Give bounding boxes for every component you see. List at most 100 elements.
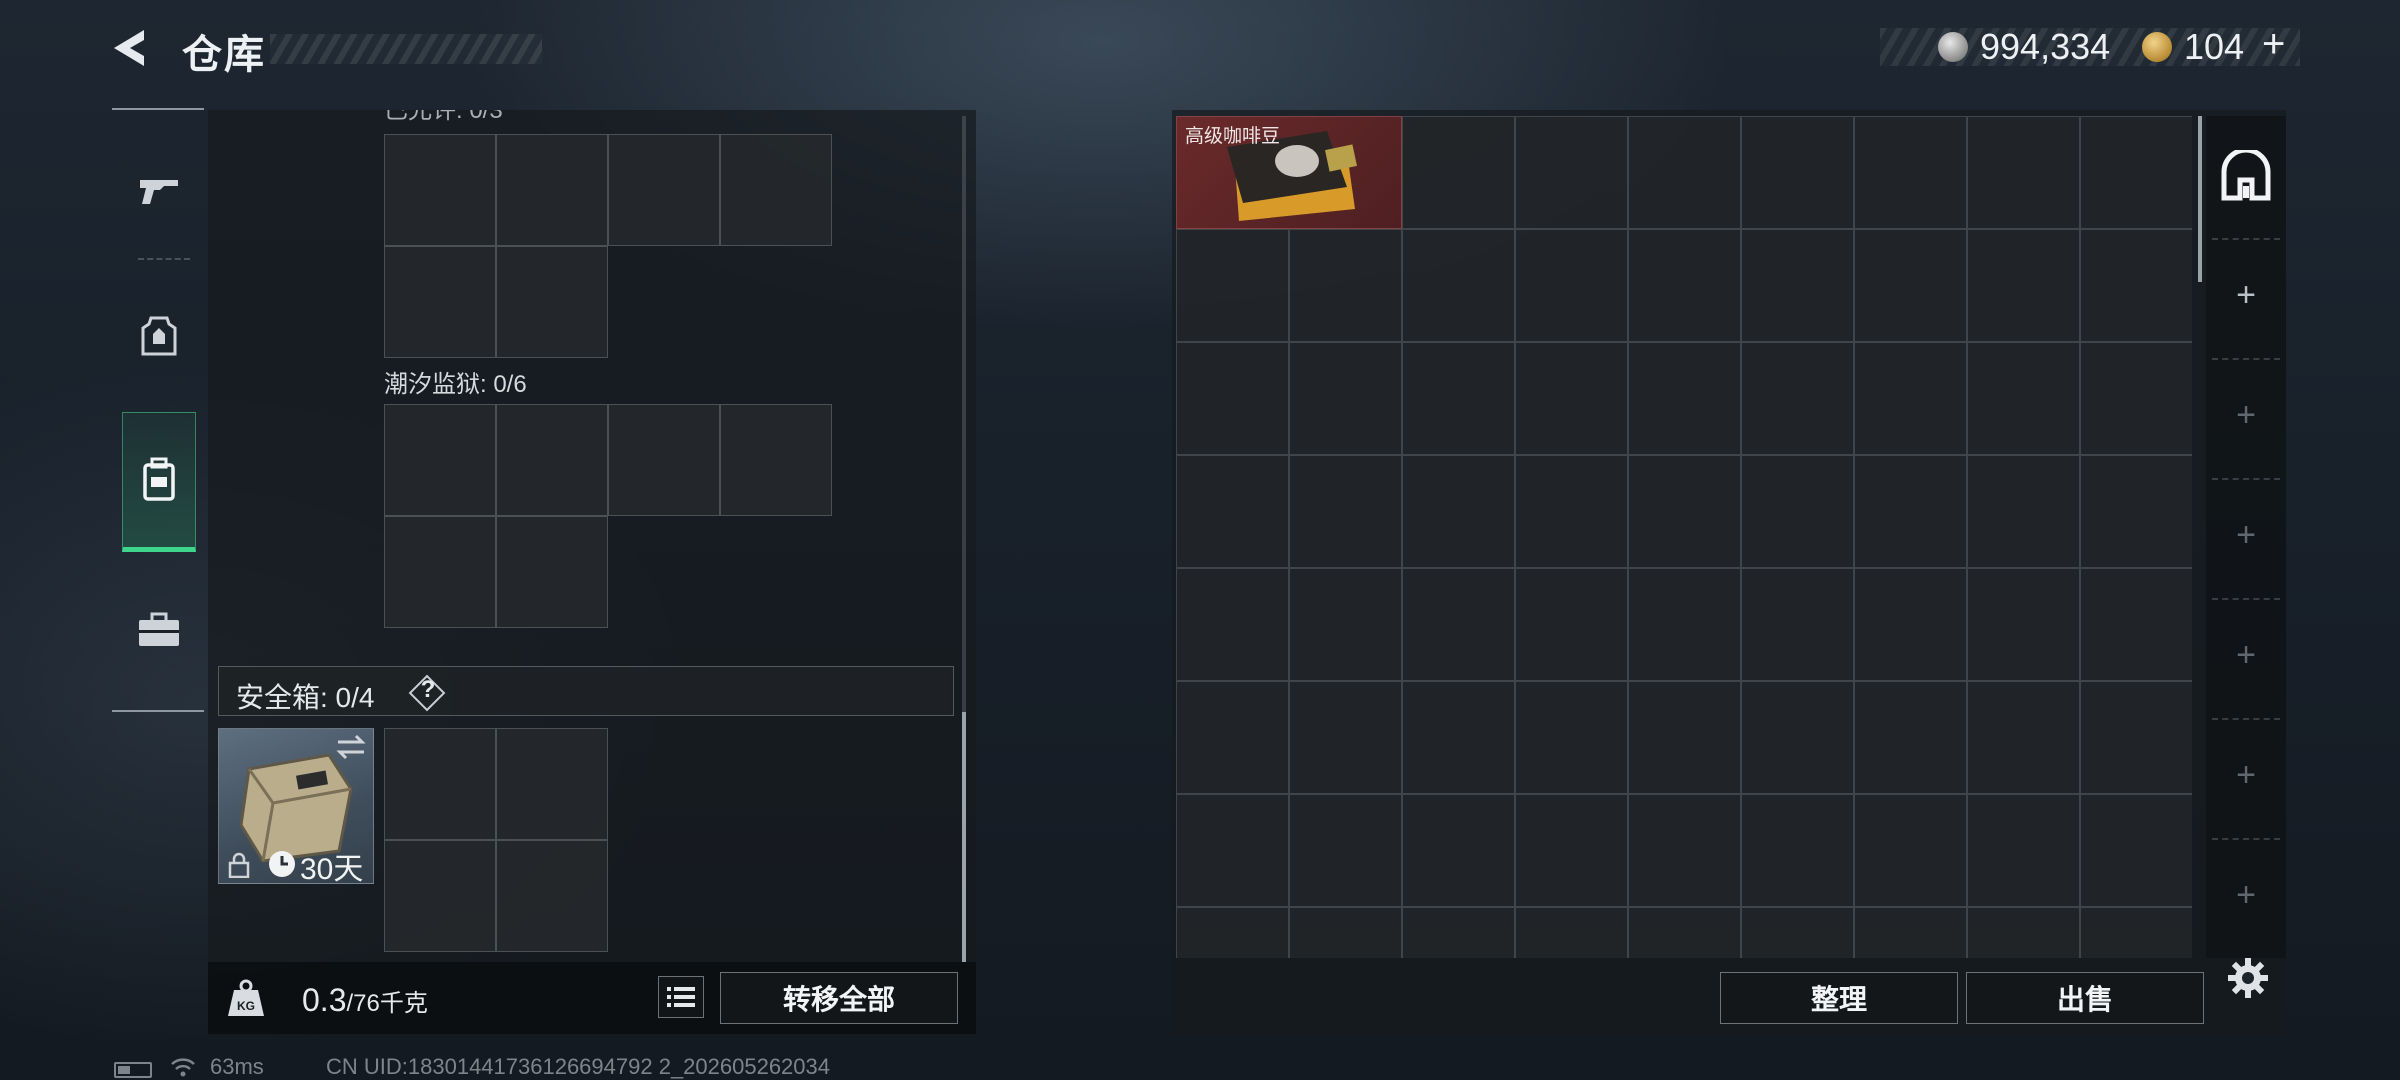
add-page-button[interactable]: + [2226,636,2266,675]
add-page-button[interactable]: + [2226,396,2266,435]
stash-cell[interactable] [2080,681,2192,794]
stash-cell[interactable] [1854,116,1967,229]
safebox-slot[interactable] [496,728,608,840]
stash-cell[interactable] [1402,229,1515,342]
stash-cell[interactable] [1402,342,1515,455]
stash-cell[interactable] [1402,568,1515,681]
nav-item-backpack[interactable] [122,412,196,552]
slot-cell[interactable] [496,404,608,516]
stash-cell[interactable] [1854,794,1967,907]
slot-cell[interactable] [608,404,720,516]
stash-cell[interactable] [1515,455,1628,568]
safebox-slot[interactable] [384,728,496,840]
stash-cell[interactable] [1628,681,1741,794]
safebox-slot[interactable] [496,840,608,952]
stash-cell[interactable] [1289,229,1402,342]
stash-cell[interactable] [1515,681,1628,794]
stash-cell[interactable] [1854,907,1967,958]
stash-cell[interactable] [2080,229,2192,342]
stash-cell[interactable] [1289,342,1402,455]
stash-cell[interactable] [1741,794,1854,907]
stash-cell[interactable] [1628,229,1741,342]
stash-cell[interactable] [1967,229,2080,342]
stash-cell[interactable] [1967,794,2080,907]
stash-cell[interactable] [2080,455,2192,568]
slot-cell[interactable] [496,246,608,358]
stash-cell[interactable] [1741,681,1854,794]
stash-cell[interactable] [1515,907,1628,958]
stash-cell[interactable] [1854,568,1967,681]
coffee-beans-item[interactable]: 高级咖啡豆 [1176,116,1402,229]
safebox-slot[interactable] [384,840,496,952]
slot-cell[interactable] [384,246,496,358]
stash-cell[interactable] [1741,907,1854,958]
stash-cell[interactable] [1402,455,1515,568]
add-page-button[interactable]: + [2226,756,2266,795]
stash-cell[interactable] [1402,907,1515,958]
slot-cell[interactable] [496,134,608,246]
stash-cell[interactable] [1628,907,1741,958]
gear-icon[interactable] [2226,956,2270,1000]
stash-cell[interactable] [1515,229,1628,342]
add-page-button[interactable]: + [2226,876,2266,915]
stash-cell[interactable] [2080,342,2192,455]
stash-cell[interactable] [1967,116,2080,229]
stash-cell[interactable] [1741,229,1854,342]
stash-cell[interactable] [1628,342,1741,455]
add-page-button[interactable]: + [2226,516,2266,555]
stash-cell[interactable] [1515,568,1628,681]
sort-button[interactable]: 整理 [1720,972,1958,1024]
slot-cell[interactable] [384,516,496,628]
slot-cell[interactable] [384,404,496,516]
stash-cell[interactable] [1854,681,1967,794]
stash-cell[interactable] [1967,907,2080,958]
stash-cell[interactable] [1967,342,2080,455]
add-page-button[interactable]: + [2226,276,2266,315]
slot-cell[interactable] [720,404,832,516]
stash-cell[interactable] [1176,568,1289,681]
stash-cell[interactable] [1967,455,2080,568]
slot-cell[interactable] [720,134,832,246]
stash-cell[interactable] [1628,455,1741,568]
stash-cell[interactable] [1628,116,1741,229]
stash-cell[interactable] [2080,794,2192,907]
list-view-button[interactable] [658,976,704,1018]
stash-scrollbar-thumb[interactable] [2198,116,2202,282]
stash-cell[interactable] [1176,342,1289,455]
stash-cell[interactable] [1628,794,1741,907]
stash-cell[interactable] [1854,229,1967,342]
slot-cell[interactable] [496,516,608,628]
stash-cell[interactable] [1854,455,1967,568]
stash-cell[interactable] [1515,342,1628,455]
stash-cell[interactable] [1176,455,1289,568]
slot-cell[interactable] [384,134,496,246]
nav-item-weapons[interactable] [124,130,194,250]
slot-cell[interactable] [608,134,720,246]
stash-cell[interactable] [2080,116,2192,229]
nav-item-armor[interactable] [124,276,194,396]
add-gold-button[interactable]: + [2262,22,2285,67]
stash-cell[interactable] [2080,907,2192,958]
stash-home-icon[interactable] [2220,150,2272,202]
transfer-all-button[interactable]: 转移全部 [720,972,958,1024]
stash-cell[interactable] [1402,681,1515,794]
stash-cell[interactable] [1402,116,1515,229]
stash-cell[interactable] [1402,794,1515,907]
nav-item-case[interactable] [124,570,194,690]
stash-cell[interactable] [1628,568,1741,681]
stash-cell[interactable] [1741,455,1854,568]
stash-cell[interactable] [1176,229,1289,342]
stash-cell[interactable] [1741,342,1854,455]
stash-cell[interactable] [1515,794,1628,907]
sell-button[interactable]: 出售 [1966,972,2204,1024]
back-icon[interactable] [108,24,156,72]
stash-cell[interactable] [1967,681,2080,794]
stash-cell[interactable] [1741,568,1854,681]
stash-cell[interactable] [1289,907,1402,958]
stash-cell[interactable] [1176,794,1289,907]
stash-cell[interactable] [1515,116,1628,229]
swap-icon[interactable] [334,732,368,762]
left-scrollbar-thumb[interactable] [962,712,966,962]
stash-cell[interactable] [1289,568,1402,681]
stash-cell[interactable] [1289,681,1402,794]
